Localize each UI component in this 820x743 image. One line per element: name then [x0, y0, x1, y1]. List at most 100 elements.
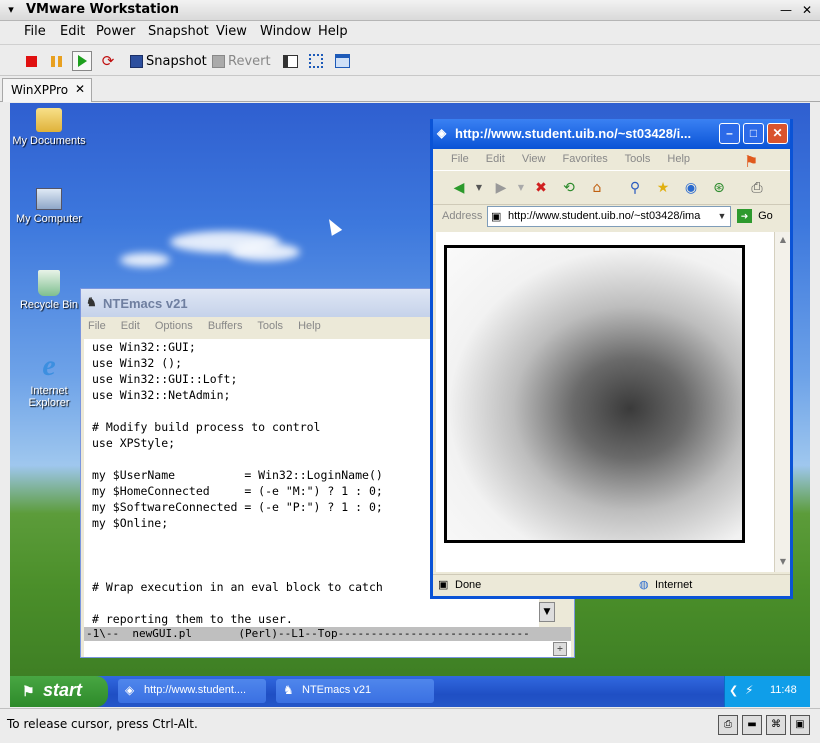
- desktop-icon-my-documents[interactable]: My Documents: [10, 108, 89, 147]
- ie-window[interactable]: ◈ http://www.student.uib.no/~st03428/i..…: [430, 119, 793, 599]
- revert-label: Revert: [228, 53, 271, 69]
- back-icon[interactable]: ◀: [449, 178, 469, 198]
- pause-icon[interactable]: [46, 51, 66, 71]
- address-label: Address: [442, 210, 483, 222]
- tab-winxppro[interactable]: WinXPPro ✕: [2, 78, 92, 102]
- host-toolbar: ⟳ Snapshot Revert: [0, 44, 820, 76]
- printer-device-icon[interactable]: ⎙: [718, 715, 738, 735]
- go-label: Go: [758, 210, 773, 222]
- taskbar-item-label: NTEmacs v21: [302, 684, 372, 696]
- tray-expand-icon[interactable]: ❮: [729, 684, 738, 697]
- ie-menu-view[interactable]: View: [522, 153, 546, 165]
- minimize-icon[interactable]: —: [778, 2, 794, 18]
- print-icon[interactable]: ⎙: [747, 178, 767, 198]
- ie-page-content[interactable]: [436, 232, 774, 572]
- desktop-icon-label: Internet: [30, 385, 68, 397]
- internet-explorer-icon: e: [42, 349, 56, 382]
- emacs-scroll-down-icon[interactable]: ▼: [539, 602, 555, 622]
- done-page-icon: ▣: [438, 579, 449, 591]
- favorites-icon[interactable]: ★: [653, 178, 673, 198]
- photo-image: [444, 245, 745, 543]
- emacs-app-icon: ♞: [86, 295, 97, 309]
- menu-window[interactable]: Window: [260, 24, 311, 39]
- ie-menu-favorites[interactable]: Favorites: [563, 153, 608, 165]
- menu-edit[interactable]: Edit: [60, 24, 85, 39]
- guest-desktop[interactable]: My Documents My Computer Recycle Bin e I…: [10, 103, 810, 707]
- quick-switch-icon[interactable]: [280, 51, 300, 71]
- scroll-down-icon[interactable]: ▼: [776, 555, 790, 569]
- desktop-icon-recycle-bin[interactable]: Recycle Bin: [10, 270, 89, 311]
- revert-button[interactable]: Revert: [212, 51, 271, 71]
- taskbar-item-ie[interactable]: ◈ http://www.student....: [118, 679, 266, 703]
- emacs-menu-edit[interactable]: Edit: [121, 320, 140, 332]
- desktop-icon-my-computer[interactable]: My Computer: [10, 188, 89, 225]
- ie-titlebar[interactable]: ◈ http://www.student.uib.no/~st03428/i..…: [433, 119, 790, 149]
- emacs-title: NTEmacs v21: [103, 296, 188, 311]
- close-icon[interactable]: ✕: [799, 2, 815, 18]
- emacs-menu-help[interactable]: Help: [298, 320, 321, 332]
- desktop-icon-label: Explorer: [28, 397, 70, 409]
- reset-icon[interactable]: ⟳: [98, 51, 118, 71]
- menu-view[interactable]: View: [216, 24, 247, 39]
- ie-minimize-icon[interactable]: –: [719, 123, 740, 144]
- clock: 11:48: [770, 684, 797, 696]
- ie-menu-edit[interactable]: Edit: [486, 153, 505, 165]
- snapshot-button[interactable]: Snapshot: [130, 51, 207, 71]
- ie-menu-tools[interactable]: Tools: [625, 153, 651, 165]
- menu-snapshot[interactable]: Snapshot: [148, 24, 209, 39]
- host-statusbar: To release cursor, press Ctrl-Alt. ⎙ ▬ ⌘…: [0, 708, 820, 743]
- start-label: start: [43, 680, 83, 700]
- ie-close-icon[interactable]: ✕: [767, 123, 788, 144]
- network-device-icon[interactable]: ⌘: [766, 715, 786, 735]
- desktop-icon-internet-explorer[interactable]: e Internet Explorer: [10, 349, 89, 410]
- refresh-icon[interactable]: ⟲: [559, 178, 579, 198]
- ie-vertical-scrollbar[interactable]: ▲ ▼: [774, 232, 790, 572]
- summary-view-icon[interactable]: [332, 51, 352, 71]
- media-icon[interactable]: ◉: [681, 178, 701, 198]
- window-menu-icon[interactable]: ▾: [4, 3, 18, 17]
- ie-app-icon: ◈: [437, 126, 447, 140]
- minibuffer-scroll-icon[interactable]: ÷: [553, 642, 567, 656]
- go-button[interactable]: ➜ Go: [737, 209, 773, 223]
- drive-device-icon[interactable]: ▬: [742, 715, 762, 735]
- cloud: [120, 253, 170, 267]
- tray-network-icon[interactable]: ⚡: [745, 683, 753, 697]
- scroll-up-icon[interactable]: ▲: [776, 233, 790, 247]
- back-dropdown-icon[interactable]: ▼: [469, 178, 489, 198]
- desktop-icon-label: My Computer: [15, 213, 83, 225]
- address-value: http://www.student.uib.no/~st03428/ima: [508, 210, 701, 222]
- search-icon[interactable]: ⚲: [625, 178, 645, 198]
- menu-power[interactable]: Power: [96, 24, 135, 39]
- menu-help[interactable]: Help: [318, 24, 348, 39]
- go-arrow-icon: ➜: [737, 209, 752, 223]
- display-device-icon[interactable]: ▣: [790, 715, 810, 735]
- host-titlebar: ▾ VMware Workstation — ✕: [0, 0, 820, 21]
- ie-menu-help[interactable]: Help: [667, 153, 690, 165]
- emacs-menu-tools[interactable]: Tools: [257, 320, 283, 332]
- forward-icon[interactable]: ▶: [491, 178, 511, 198]
- emacs-menu-options[interactable]: Options: [155, 320, 193, 332]
- stop-icon[interactable]: ✖: [531, 178, 551, 198]
- menu-file[interactable]: File: [24, 24, 46, 39]
- zone-text: Internet: [655, 579, 693, 591]
- emacs-minibuffer[interactable]: ÷: [84, 641, 571, 657]
- ie-menu-file[interactable]: File: [451, 153, 469, 165]
- ie-maximize-icon[interactable]: □: [743, 123, 764, 144]
- page-icon: ▣: [491, 211, 502, 223]
- address-input[interactable]: ▣ http://www.student.uib.no/~st03428/ima: [487, 206, 731, 227]
- emacs-menu-buffers[interactable]: Buffers: [208, 320, 243, 332]
- power-on-icon[interactable]: [72, 51, 92, 71]
- start-button[interactable]: ⚑ start: [10, 676, 108, 707]
- cloud: [230, 243, 300, 261]
- emacs-icon: ♞: [283, 683, 294, 697]
- power-off-icon[interactable]: [21, 51, 41, 71]
- desktop-icon-label: My Documents: [12, 135, 86, 147]
- address-dropdown-icon[interactable]: ▼: [715, 208, 729, 224]
- history-icon[interactable]: ⊛: [709, 178, 729, 198]
- home-icon[interactable]: ⌂: [587, 178, 607, 198]
- emacs-menu-file[interactable]: File: [88, 320, 106, 332]
- full-screen-icon[interactable]: [306, 51, 326, 71]
- taskbar-item-emacs[interactable]: ♞ NTEmacs v21: [276, 679, 434, 703]
- tab-close-icon[interactable]: ✕: [75, 82, 85, 96]
- forward-dropdown-icon[interactable]: ▼: [511, 178, 531, 198]
